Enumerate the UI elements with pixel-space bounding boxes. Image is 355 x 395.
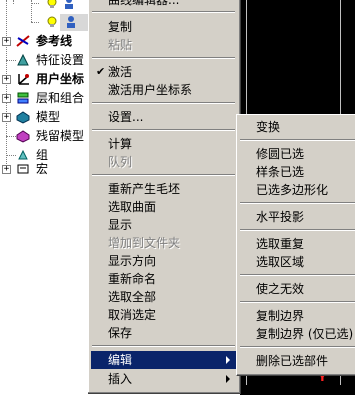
tree-item-models[interactable]: + 模型 — [0, 108, 92, 127]
user-coordinate-icon — [18, 74, 29, 85]
menu-curve-editor[interactable]: 曲线编辑器... — [91, 0, 236, 9]
tree-label: 特征设置 — [36, 53, 85, 67]
menu-copy[interactable]: 复制 — [91, 18, 236, 36]
checkmark-icon: ✔ — [96, 65, 106, 78]
explorer-tree: + 参考线 特征设置 + 用户坐标 + 层和组合 + 模型 残留模型 组 + 宏 — [0, 0, 92, 395]
menu-label: 编辑 — [108, 353, 133, 367]
expand-icon[interactable]: + — [2, 94, 11, 103]
light-bulb-icon — [47, 0, 57, 8]
menu-separator — [240, 139, 355, 141]
menu-separator — [92, 345, 235, 347]
tree-guide-line — [31, 22, 39, 23]
submenu-delete-selected-parts[interactable]: 删除已选部件 — [240, 352, 355, 370]
menu-regenerate-block[interactable]: 重新产生毛坯 — [91, 180, 236, 198]
menu-show[interactable]: 显示 — [91, 216, 236, 234]
tree-item-macros[interactable]: + 宏 — [0, 160, 92, 179]
tree-item-stock-models[interactable]: 残留模型 — [0, 127, 92, 146]
menu-separator — [240, 202, 355, 204]
tree-label: 残留模型 — [36, 129, 85, 143]
light-bulb-icon — [47, 16, 57, 27]
menu-select-all[interactable]: 选取全部 — [91, 288, 236, 306]
menu-paste: 粘贴 — [108, 38, 133, 52]
tree-guide-line — [6, 136, 16, 137]
menu-settings[interactable]: 设置... — [91, 108, 236, 126]
context-menu: 曲线编辑器... 复制 粘贴 ✔ 激活 激活用户坐标系 设置... 计算 队列 … — [88, 0, 241, 394]
submenu-copy-boundary-selected[interactable]: 复制边界 (仅已选) — [240, 325, 355, 343]
layers-icon — [17, 92, 29, 104]
tree-item-feature-settings[interactable]: 特征设置 — [0, 51, 92, 70]
submenu-select-duplicates[interactable]: 选取重复 — [240, 235, 355, 253]
edit-submenu: 变换 修圆已选 样条已选 已选多边形化 水平投影 选取重复 选取区域 使之无效 … — [236, 114, 355, 376]
menu-insert[interactable]: 插入 — [91, 370, 236, 388]
tree-label: 参考线 — [36, 34, 73, 48]
expand-icon[interactable]: + — [2, 75, 11, 84]
tree-row-light-1[interactable] — [0, 0, 92, 13]
submenu-copy-boundary[interactable]: 复制边界 — [240, 307, 355, 325]
feature-settings-icon — [17, 53, 29, 66]
tree-guide-line — [31, 3, 39, 4]
menu-separator — [240, 229, 355, 231]
expand-icon[interactable]: + — [2, 37, 11, 46]
menu-separator — [92, 174, 235, 176]
menu-separator — [92, 57, 235, 59]
menu-rename[interactable]: 重新命名 — [91, 270, 236, 288]
tree-item-user-coordinates[interactable]: + 用户坐标 — [0, 70, 92, 89]
expand-icon[interactable]: + — [2, 113, 11, 122]
expand-icon[interactable]: + — [2, 165, 11, 174]
person-icon — [67, 16, 75, 28]
menu-activate[interactable]: ✔ 激活 — [91, 63, 236, 81]
menu-separator — [92, 11, 235, 13]
menu-deselect[interactable]: 取消选定 — [91, 306, 236, 324]
person-icon — [65, 0, 73, 9]
submenu-invalidate[interactable]: 使之无效 — [240, 280, 355, 298]
submenu-arrow-icon — [226, 356, 230, 364]
menu-separator — [240, 301, 355, 303]
menu-queue: 队列 — [108, 155, 133, 169]
submenu-horizontal-projection[interactable]: 水平投影 — [240, 208, 355, 226]
menu-calculate[interactable]: 计算 — [91, 135, 236, 153]
menu-select-surfaces[interactable]: 选取曲面 — [91, 198, 236, 216]
menu-save[interactable]: 保存 — [91, 324, 236, 342]
tree-item-layers[interactable]: + 层和组合 — [0, 89, 92, 108]
menu-label: 插入 — [108, 372, 133, 386]
menu-separator — [240, 274, 355, 276]
menu-show-direction[interactable]: 显示方向 — [91, 252, 236, 270]
submenu-transform[interactable]: 变换 — [240, 118, 355, 136]
tree-label: 宏 — [36, 162, 49, 176]
submenu-arrow-icon — [226, 375, 230, 383]
menu-separator — [240, 346, 355, 348]
menu-add-to-folder: 增加到文件夹 — [108, 236, 181, 250]
submenu-spline-selected[interactable]: 样条已选 — [240, 163, 355, 181]
tree-guide-line — [6, 60, 16, 61]
submenu-round-selected[interactable]: 修圆已选 — [240, 145, 355, 163]
tree-label: 用户坐标 — [36, 72, 85, 86]
menu-activate-ucs[interactable]: 激活用户坐标系 — [91, 81, 236, 99]
submenu-polygonize-selected[interactable]: 已选多边形化 — [240, 181, 355, 199]
tree-row-light-2[interactable] — [0, 13, 92, 32]
macro-icon — [17, 164, 29, 174]
menu-separator — [92, 129, 235, 131]
menu-label: 激活 — [108, 65, 133, 79]
tree-label: 模型 — [36, 110, 61, 124]
model-icon — [16, 111, 30, 124]
tree-guide-line — [6, 155, 16, 156]
tree-item-reference-lines[interactable]: + 参考线 — [0, 32, 92, 51]
menu-separator — [92, 102, 235, 104]
stock-model-icon — [16, 130, 30, 143]
tree-label: 层和组合 — [36, 91, 85, 105]
reference-line-icon — [16, 35, 30, 47]
menu-edit[interactable]: 编辑 — [91, 351, 236, 369]
submenu-select-region[interactable]: 选取区域 — [240, 253, 355, 271]
